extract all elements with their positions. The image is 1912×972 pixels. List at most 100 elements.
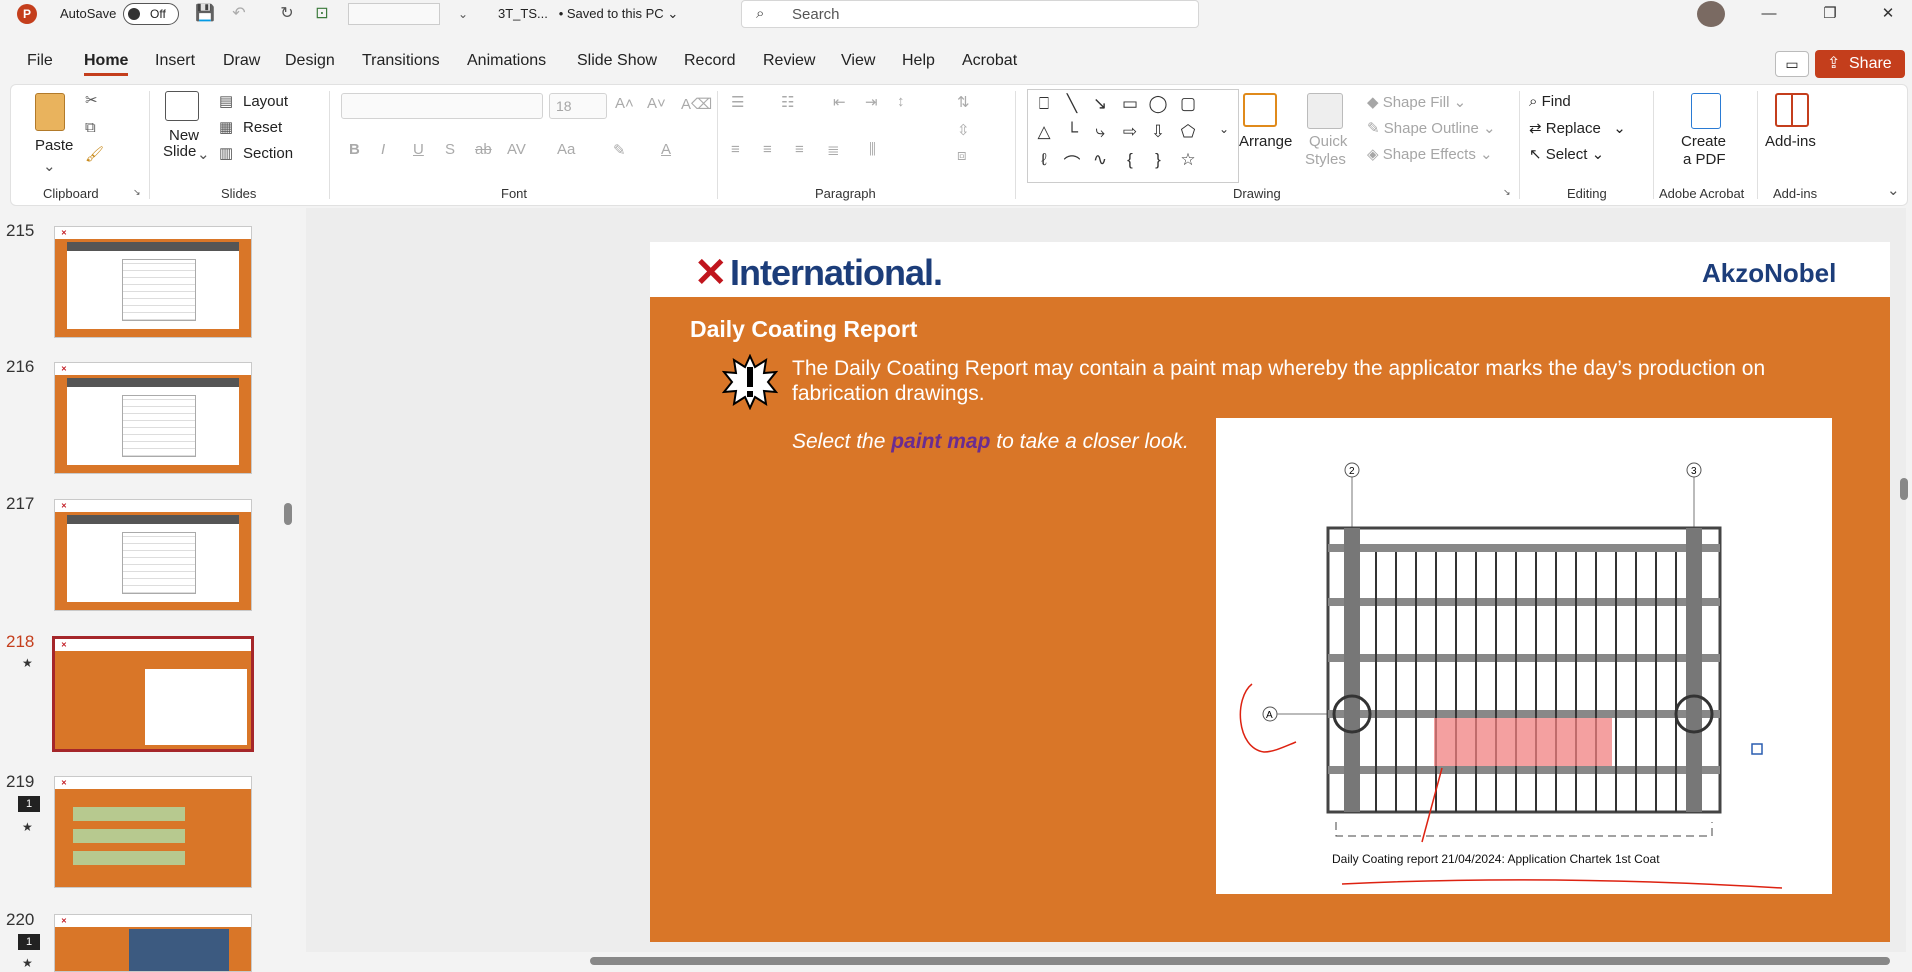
search-input[interactable]: ⌕ Search (741, 0, 1199, 28)
vertical-scroll-thumb[interactable] (1900, 478, 1908, 500)
select-button[interactable]: ↖ Select ⌄ (1529, 145, 1604, 163)
arrange-button[interactable]: Arrange (1239, 133, 1292, 150)
add-ins-icon[interactable] (1775, 93, 1809, 127)
clear-format-icon[interactable]: A⌫ (681, 95, 712, 113)
reset-button[interactable]: Reset (243, 119, 282, 136)
new-slide-button[interactable]: New (169, 127, 199, 144)
copy-icon[interactable]: ⧉ (85, 119, 96, 136)
align-left-icon[interactable]: ≡ (731, 141, 740, 158)
justify-icon[interactable]: ≣ (827, 141, 840, 159)
slide-thumbnail-217[interactable]: ✕ (54, 499, 252, 611)
tab-review[interactable]: Review (763, 52, 815, 70)
oval-shape-icon[interactable]: ◯ (1146, 94, 1170, 114)
font-color-icon[interactable]: A (661, 141, 671, 158)
section-button[interactable]: Section (243, 145, 293, 162)
strikethrough-icon[interactable]: ab (475, 141, 492, 158)
drawing-launcher-icon[interactable]: ↘ (1503, 187, 1511, 198)
ribbon-collapse-icon[interactable]: ⌄ (1887, 181, 1900, 199)
shape-fill-button[interactable]: ◆ Shape Fill ⌄ (1367, 93, 1466, 111)
new-slide-icon[interactable] (165, 91, 199, 121)
shapes-more-icon[interactable]: ⌄ (1212, 122, 1236, 136)
file-name[interactable]: 3T_TS... • Saved to this PC ⌄ (498, 6, 678, 22)
char-spacing-icon[interactable]: AV (507, 141, 526, 158)
slide-thumbnail-219[interactable]: ✕ (54, 776, 252, 888)
comment-count-badge[interactable]: 1 (18, 934, 40, 950)
right-arrow-shape-icon[interactable]: ⇨ (1118, 122, 1142, 142)
quick-styles-button[interactable]: Quick (1309, 133, 1347, 150)
align-right-icon[interactable]: ≡ (795, 141, 804, 158)
redo-icon[interactable]: ↻ (276, 3, 298, 25)
arrange-icon[interactable] (1243, 93, 1277, 127)
quick-styles-icon[interactable] (1307, 93, 1343, 129)
bold-icon[interactable]: B (349, 141, 360, 158)
grow-font-icon[interactable]: A˄ (615, 95, 634, 112)
tab-file[interactable]: File (27, 52, 53, 70)
numbering-icon[interactable]: ☷ (781, 93, 794, 111)
restore-icon[interactable]: ❐ (1810, 2, 1850, 26)
tab-design[interactable]: Design (285, 52, 335, 70)
underline-icon[interactable]: U (413, 141, 424, 158)
slide-thumbnail-216[interactable]: ✕ (54, 362, 252, 474)
cut-icon[interactable]: ✂ (85, 91, 98, 109)
customize-qat-icon[interactable]: ⌄ (452, 3, 474, 25)
star-shape-icon[interactable]: ☆ (1176, 150, 1200, 170)
tab-record[interactable]: Record (684, 52, 736, 70)
shadow-icon[interactable]: S (445, 141, 455, 158)
slide-thumbnail-218[interactable]: ✕ (52, 636, 254, 752)
avatar[interactable] (1697, 1, 1725, 27)
slide-thumbnail-220[interactable]: ✕ (54, 914, 252, 972)
curve-shape-icon[interactable]: ∿ (1088, 150, 1112, 170)
find-button[interactable]: ⌕ Find (1529, 93, 1571, 110)
vertical-scrollbar[interactable] (1896, 208, 1910, 952)
tab-slide-show[interactable]: Slide Show (577, 52, 657, 70)
right-brace-shape-icon[interactable]: } (1146, 150, 1170, 170)
minimize-icon[interactable]: — (1749, 2, 1789, 26)
change-case-icon[interactable]: Aa (557, 141, 575, 158)
shape-effects-button[interactable]: ◈ Shape Effects ⌄ (1367, 145, 1493, 163)
line-shape-icon[interactable]: ╲ (1060, 94, 1084, 114)
replace-button[interactable]: ⇄ Replace ⌄ (1529, 119, 1626, 137)
arc-shape-icon[interactable]: ⌒ (1060, 150, 1084, 175)
present-icon[interactable]: ⊡ (311, 3, 333, 25)
slide-thumbnail-215[interactable]: ✕ (54, 226, 252, 338)
tab-transitions[interactable]: Transitions (362, 52, 440, 70)
highlight-icon[interactable]: ✎ (613, 141, 626, 159)
paint-map-link[interactable]: paint map (891, 430, 990, 453)
shapes-gallery[interactable]: ⎕ ╲ ↘ ▭ ◯ ▢ △ └ ⤷ ⇨ ⇩ ⬠ ℓ ⌒ ∿ { } ☆ ⌄ (1027, 89, 1239, 183)
create-pdf-button[interactable]: Create (1681, 133, 1726, 150)
tab-animations[interactable]: Animations (467, 52, 546, 70)
tab-view[interactable]: View (841, 52, 875, 70)
undo-icon[interactable]: ↶ (228, 3, 250, 25)
comment-count-badge[interactable]: 1 (18, 796, 40, 812)
smartart-icon[interactable]: ⧈ (957, 147, 967, 164)
left-brace-shape-icon[interactable]: { (1118, 150, 1142, 170)
decrease-indent-icon[interactable]: ⇤ (833, 93, 846, 111)
paint-map-image[interactable]: 2 3 A Daily Coating report 21/04/2024: A… (1216, 418, 1832, 894)
bullets-icon[interactable]: ☰ (731, 93, 744, 111)
snip-shape-icon[interactable]: ⬠ (1176, 122, 1200, 142)
close-icon[interactable]: ✕ (1868, 2, 1908, 26)
line-spacing-icon[interactable]: ↕ (897, 93, 905, 110)
create-pdf-icon[interactable] (1691, 93, 1721, 129)
freeform-shape-icon[interactable]: ℓ (1032, 150, 1056, 170)
shape-outline-button[interactable]: ✎ Shape Outline ⌄ (1367, 119, 1496, 137)
thumbnail-scroll-thumb[interactable] (284, 503, 292, 525)
textbox-shape-icon[interactable]: ⎕ (1032, 94, 1056, 114)
paste-button[interactable]: Paste (35, 137, 73, 154)
current-slide[interactable]: ✕ International. AkzoNobel Daily Coating… (650, 242, 1890, 942)
rounded-rect-shape-icon[interactable]: ▢ (1176, 94, 1200, 114)
autosave-toggle[interactable]: Off (123, 3, 179, 25)
tab-help[interactable]: Help (902, 52, 935, 70)
font-family-combo[interactable] (341, 93, 543, 119)
format-painter-icon[interactable]: 🖌 (85, 145, 104, 163)
font-size-combo[interactable]: 18 (549, 93, 607, 119)
tab-acrobat[interactable]: Acrobat (962, 52, 1017, 70)
connector-shape-icon[interactable]: └ (1060, 122, 1084, 142)
italic-icon[interactable]: I (381, 141, 385, 158)
triangle-shape-icon[interactable]: △ (1032, 122, 1056, 142)
horizontal-scroll-thumb[interactable] (590, 957, 1890, 965)
rectangle-shape-icon[interactable]: ▭ (1118, 94, 1142, 114)
quick-access-combo[interactable] (348, 3, 440, 25)
columns-icon[interactable]: ⫼ (869, 141, 876, 158)
paste-icon[interactable] (35, 93, 65, 131)
